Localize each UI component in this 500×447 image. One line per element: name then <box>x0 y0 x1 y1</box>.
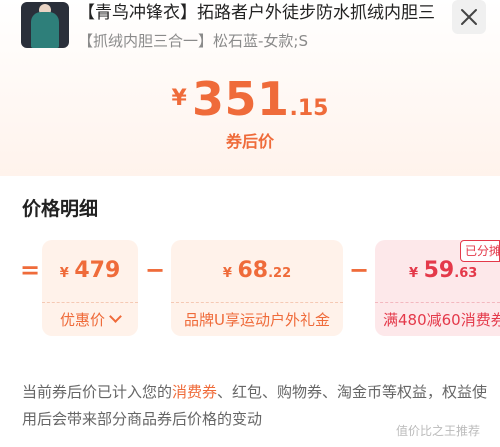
brand-gift-label: 品牌U享运动户外礼金 <box>184 311 330 329</box>
product-thumbnail <box>21 2 69 48</box>
price-decimal: .15 <box>289 96 329 121</box>
minus-sign: − <box>349 256 370 284</box>
discount-price-value: 479 <box>74 258 121 283</box>
coupon-highlight: 消费券 <box>172 383 218 401</box>
dashed-divider <box>171 302 343 303</box>
brand-gift-box[interactable]: ¥ 68.22 品牌U享运动户外礼金 <box>171 240 343 336</box>
after-coupon-label: 券后价 <box>225 132 274 151</box>
product-title: 【青鸟冲锋衣】拓路者户外徒步防水抓绒内胆三 <box>78 3 435 23</box>
after-coupon-price: ¥ 351.15 <box>0 72 500 126</box>
discount-price-box[interactable]: ¥ 479 优惠价 <box>42 240 138 336</box>
close-icon <box>461 9 477 25</box>
coupon-label: 满480减60消费券 <box>383 311 500 329</box>
discount-price-label[interactable]: 优惠价 <box>42 309 138 330</box>
watermark: 值价比之王推荐 <box>396 424 481 438</box>
coupon-value: 59 <box>423 258 455 283</box>
dashed-divider <box>42 302 138 303</box>
product-sku: 【抓绒内胆三合一】松石蓝-女款;S <box>78 32 308 50</box>
chevron-down-icon <box>109 310 122 323</box>
currency-symbol: ¥ <box>171 86 187 111</box>
dashed-divider <box>375 302 500 303</box>
brand-gift-value: 68 <box>237 258 269 283</box>
allocated-badge: 已分摊 <box>460 240 500 262</box>
minus-sign: − <box>145 256 166 284</box>
equals-sign: = <box>20 256 41 284</box>
price-integer: 351 <box>191 72 290 126</box>
price-details-title: 价格明细 <box>22 198 99 220</box>
close-button[interactable] <box>452 0 486 34</box>
